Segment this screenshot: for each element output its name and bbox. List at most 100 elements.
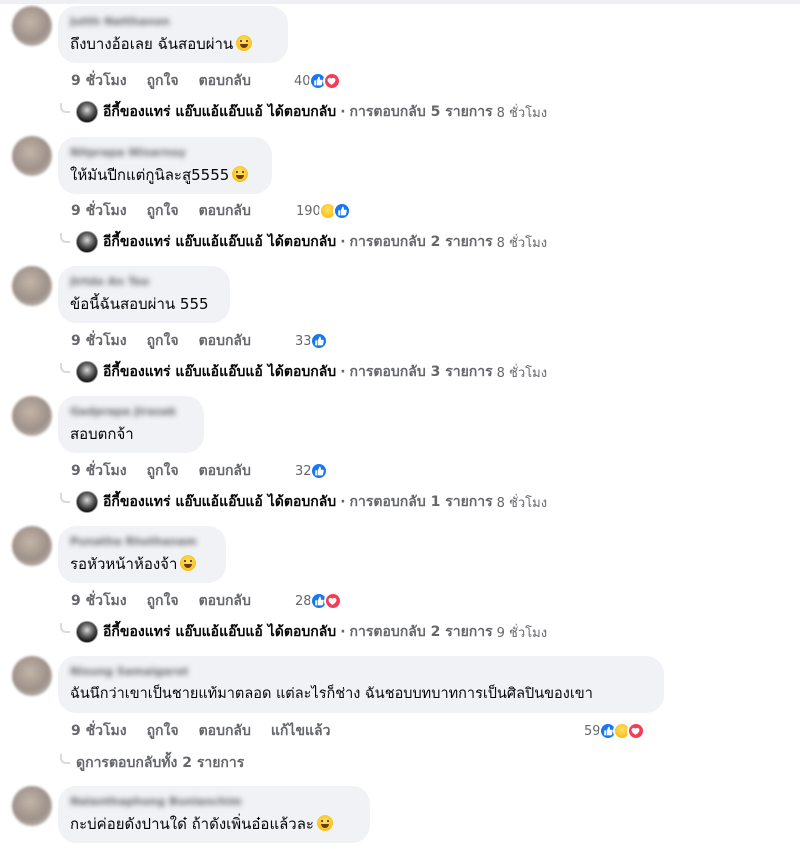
replies-summary[interactable]: อีกี้ของแทร่ แอ๊บแอ้แอ๊บแอ้ ได้ตอบกลับ ·…: [60, 100, 547, 124]
reply-connector: [60, 754, 70, 764]
reply-link[interactable]: ตอบกลับ: [199, 200, 251, 222]
like-link[interactable]: ถูกใจ: [147, 200, 179, 222]
comment-time[interactable]: 9 ชั่วโมง: [71, 70, 127, 92]
love-icon: [626, 722, 645, 740]
rofl-emoji-icon: [236, 35, 253, 51]
reply-link[interactable]: ตอบกลับ: [199, 720, 251, 742]
replies-summary[interactable]: อีกี้ของแทร่ แอ๊บแอ้แอ๊บแอ้ ได้ตอบกลับ ·…: [60, 620, 547, 644]
reaction-summary[interactable]: 33: [295, 331, 328, 351]
reaction-summary[interactable]: 28: [295, 591, 342, 611]
reply-avatar: [76, 101, 98, 123]
comment-time[interactable]: 9 ชั่วโมง: [71, 330, 127, 352]
avatar[interactable]: [12, 526, 52, 566]
reaction-summary[interactable]: 40: [294, 71, 341, 91]
reaction-count: 190: [296, 203, 321, 219]
comment-time[interactable]: 9 ชั่วโมง: [71, 720, 127, 742]
grin-emoji-icon: [316, 815, 333, 831]
avatar[interactable]: [12, 396, 52, 436]
comment-actions: 9 ชั่วโมง ถูกใจ ตอบกลับ: [71, 201, 271, 221]
like-link[interactable]: ถูกใจ: [147, 720, 179, 742]
view-replies-text: ดูการตอบกลับทั้ง 2 รายการ: [76, 755, 245, 771]
comment-text: ถึงบางอ้อเลย ฉันสอบผ่าน: [70, 34, 276, 54]
reaction-summary[interactable]: 190: [296, 201, 351, 221]
replies-count: การตอบกลับ 2 รายการ: [349, 234, 493, 250]
comment-time[interactable]: 9 ชั่วโมง: [71, 460, 127, 482]
comment-text: สอบตกจ้า: [70, 425, 134, 443]
like-icon: [309, 332, 328, 350]
reaction-summary[interactable]: 59: [584, 721, 645, 741]
view-replies-link[interactable]: ดูการตอบกลับทั้ง 2 รายการ: [60, 751, 244, 775]
replies-count: การตอบกลับ 3 รายการ: [349, 364, 493, 380]
reply-avatar: [76, 621, 98, 643]
separator-dot: ·: [340, 364, 346, 380]
comment-text: รอหัวหน้าห้องจ้า: [70, 554, 214, 574]
replies-summary[interactable]: อีกี้ของแทร่ แอ๊บแอ้แอ๊บแอ้ ได้ตอบกลับ ·…: [60, 360, 547, 384]
replies-time: 8 ชั่วโมง: [496, 495, 548, 511]
comment-author[interactable]: Jutth Natthanon: [70, 15, 276, 28]
comment-text: ให้มันปีกแต่กูนิละสู5555: [70, 165, 260, 185]
comment-author[interactable]: Nisung Samaigarot: [70, 665, 652, 678]
separator-dot: ·: [340, 234, 346, 250]
comment-bubble: Jutth Natthanon ถึงบางอ้อเลย ฉันสอบผ่าน: [58, 6, 288, 63]
replies-time: 8 ชั่วโมง: [496, 235, 548, 251]
avatar[interactable]: [12, 656, 52, 696]
comment-bubble: Nalanthaphong Bunlanchim กะบ่ค่อยดังปานใ…: [58, 786, 370, 843]
comment-actions: 9 ชั่วโมง ถูกใจ ตอบกลับ: [71, 591, 271, 611]
comment-author[interactable]: Jirtdo An Too: [70, 275, 218, 288]
comment-actions: 9 ชั่วโมง ถูกใจ ตอบกลับ: [71, 461, 271, 481]
comment-author[interactable]: Nalanthaphong Bunlanchim: [70, 795, 358, 808]
like-link[interactable]: ถูกใจ: [147, 590, 179, 612]
comment-bubble: Punatha Rhothanam รอหัวหน้าห้องจ้า: [58, 526, 226, 583]
comment-text: ฉันนึกว่าเขาเป็นชายแท้มาตลอด แต่ละไรก็ช่…: [70, 686, 593, 702]
separator-dot: ·: [340, 104, 346, 120]
reply-connector: [60, 493, 70, 503]
like-icon: [332, 202, 351, 220]
rofl-emoji-icon: [232, 166, 249, 182]
avatar[interactable]: [12, 266, 52, 306]
reply-link[interactable]: ตอบกลับ: [199, 70, 251, 92]
comment-actions: 9 ชั่วโมง ถูกใจ ตอบกลับ แก้ไขแล้ว: [71, 721, 350, 741]
comment-actions: 9 ชั่วโมง ถูกใจ ตอบกลับ: [71, 71, 271, 91]
replies-count: การตอบกลับ 5 รายการ: [349, 104, 493, 120]
like-icon: [309, 462, 328, 480]
reply-link[interactable]: ตอบกลับ: [199, 590, 251, 612]
comment-bubble: Nitprapa Wisarnoy ให้มันปีกแต่กูนิละสู55…: [58, 137, 272, 194]
reply-avatar: [76, 491, 98, 513]
like-link[interactable]: ถูกใจ: [147, 70, 179, 92]
reply-link[interactable]: ตอบกลับ: [199, 330, 251, 352]
replies-time: 9 ชั่วโมง: [496, 625, 548, 641]
replies-author-text: อีกี้ของแทร่ แอ๊บแอ้แอ๊บแอ้ ได้ตอบกลับ: [103, 234, 337, 250]
comment-actions: 9 ชั่วโมง ถูกใจ ตอบกลับ: [71, 331, 271, 351]
replies-summary[interactable]: อีกี้ของแทร่ แอ๊บแอ้แอ๊บแอ้ ได้ตอบกลับ ·…: [60, 230, 547, 254]
replies-author-text: อีกี้ของแทร่ แอ๊บแอ้แอ๊บแอ้ ได้ตอบกลับ: [103, 624, 337, 640]
top-divider: [0, 0, 800, 4]
avatar[interactable]: [12, 136, 52, 176]
comment-author[interactable]: Nitprapa Wisarnoy: [70, 146, 260, 159]
replies-count: การตอบกลับ 2 รายการ: [349, 624, 493, 640]
reply-link[interactable]: ตอบกลับ: [199, 460, 251, 482]
replies-count: การตอบกลับ 1 รายการ: [349, 494, 493, 510]
reply-connector: [60, 363, 70, 373]
comment-author[interactable]: Gadprapa Jirasak: [70, 405, 192, 418]
edited-label: แก้ไขแล้ว: [270, 723, 331, 739]
reply-connector: [60, 103, 70, 113]
separator-dot: ·: [340, 624, 346, 640]
avatar[interactable]: [12, 6, 52, 46]
comment-time[interactable]: 9 ชั่วโมง: [71, 590, 127, 612]
comment-bubble: Jirtdo An Too ข้อนี้ฉันสอบผ่าน 555: [58, 266, 230, 323]
reaction-summary[interactable]: 32: [295, 461, 328, 481]
replies-time: 8 ชั่วโมง: [496, 365, 548, 381]
reply-avatar: [76, 231, 98, 253]
love-icon: [323, 592, 342, 610]
like-link[interactable]: ถูกใจ: [147, 460, 179, 482]
comment-time[interactable]: 9 ชั่วโมง: [71, 200, 127, 222]
avatar[interactable]: [12, 786, 52, 826]
grin-emoji-icon: [180, 555, 197, 571]
comment-section: Jutth Natthanon ถึงบางอ้อเลย ฉันสอบผ่าน …: [0, 0, 800, 855]
replies-author-text: อีกี้ของแทร่ แอ๊บแอ้แอ๊บแอ้ ได้ตอบกลับ: [103, 494, 337, 510]
love-icon: [322, 72, 341, 90]
replies-summary[interactable]: อีกี้ของแทร่ แอ๊บแอ้แอ๊บแอ้ ได้ตอบกลับ ·…: [60, 490, 547, 514]
comment-author[interactable]: Punatha Rhothanam: [70, 535, 214, 548]
like-link[interactable]: ถูกใจ: [147, 330, 179, 352]
replies-time: 8 ชั่วโมง: [496, 105, 548, 121]
